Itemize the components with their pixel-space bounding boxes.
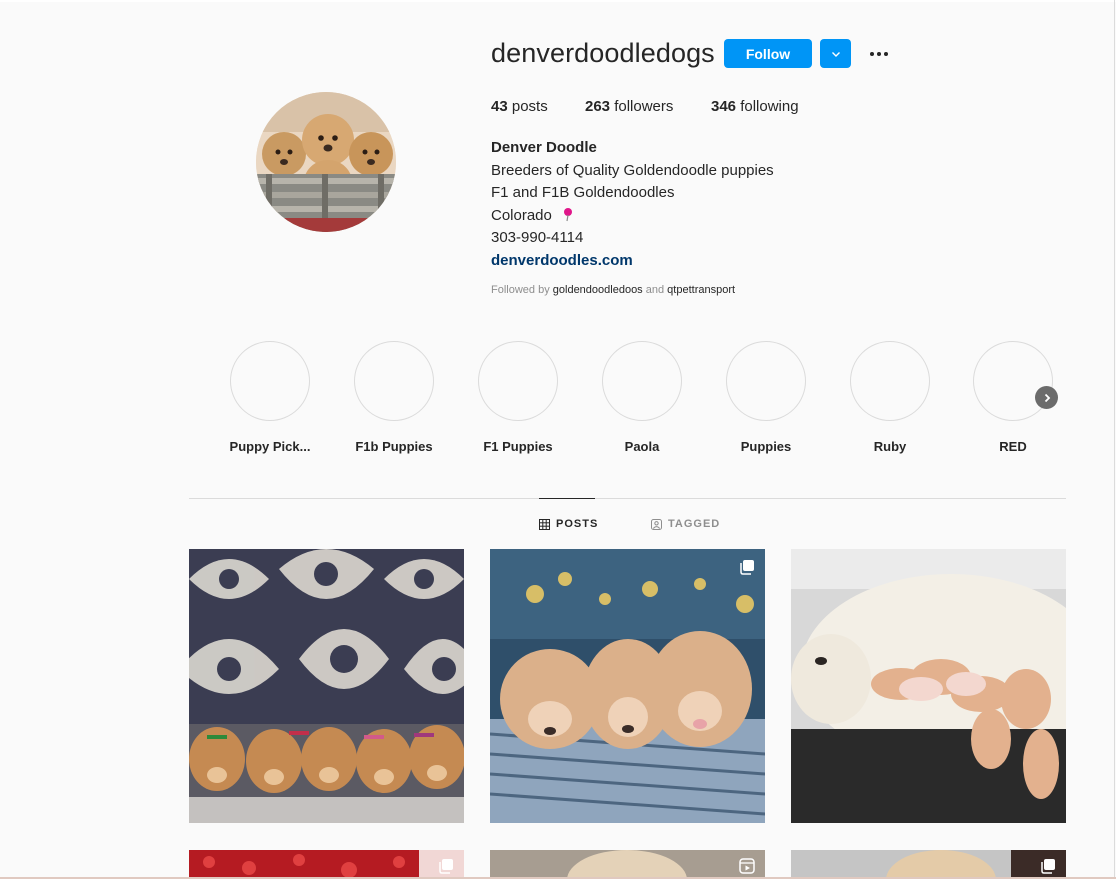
tagged-user-icon bbox=[651, 518, 662, 530]
profile-full-name: Denver Doodle bbox=[491, 139, 597, 156]
tab-tagged-label: TAGGED bbox=[668, 518, 721, 530]
highlight-cover bbox=[354, 341, 434, 421]
followers-label: followers bbox=[614, 98, 674, 115]
bio-location-line: Colorado bbox=[491, 207, 574, 224]
suggested-accounts-button[interactable] bbox=[820, 39, 851, 68]
following-count: 346 bbox=[711, 98, 737, 115]
highlight-label: Paola bbox=[624, 439, 660, 454]
followed-by-text[interactable]: Followed by goldendoodledoos and qtpettr… bbox=[491, 284, 735, 296]
highlight-cover bbox=[230, 341, 310, 421]
reel-icon bbox=[739, 858, 755, 874]
more-options-icon bbox=[870, 52, 874, 56]
followed-by-conj: and bbox=[645, 284, 665, 296]
highlight-label: F1 Puppies bbox=[483, 439, 553, 454]
highlight-item[interactable]: Puppy Pick... bbox=[208, 341, 332, 454]
highlight-item[interactable]: Paola bbox=[580, 341, 704, 454]
posts-count: 43 bbox=[491, 98, 508, 115]
post-image bbox=[490, 549, 765, 823]
carousel-indicator bbox=[1040, 858, 1056, 874]
post-thumbnail[interactable] bbox=[791, 850, 1066, 879]
bio-line-2: F1 and F1B Goldendoodles bbox=[491, 184, 675, 201]
tab-posts-label: POSTS bbox=[556, 518, 599, 530]
bio-line-3: Colorado bbox=[491, 207, 552, 224]
grid-icon bbox=[539, 518, 550, 530]
profile-username: denverdoodledogs bbox=[491, 38, 715, 68]
post-image bbox=[791, 549, 1066, 823]
following-stat[interactable]: 346 following bbox=[711, 98, 799, 115]
bio-line-1: Breeders of Quality Goldendoodle puppies bbox=[491, 162, 774, 179]
followed-by-user-2[interactable]: qtpettransport bbox=[667, 284, 735, 296]
carousel-indicator bbox=[739, 559, 755, 575]
active-tab-indicator bbox=[539, 498, 595, 499]
post-thumbnail[interactable] bbox=[189, 549, 464, 823]
carousel-icon bbox=[740, 560, 754, 575]
post-thumbnail[interactable] bbox=[791, 549, 1066, 823]
highlight-cover bbox=[726, 341, 806, 421]
follow-button[interactable]: Follow bbox=[724, 39, 812, 68]
bio-phone: 303-990-4114 bbox=[491, 229, 584, 246]
followed-by-user-1[interactable]: goldendoodledoos bbox=[553, 284, 643, 296]
carousel-indicator bbox=[438, 858, 454, 874]
highlight-label: Puppies bbox=[740, 439, 792, 454]
reel-indicator bbox=[739, 858, 755, 874]
followed-by-prefix: Followed by bbox=[491, 284, 550, 296]
highlight-item[interactable]: F1b Puppies bbox=[332, 341, 456, 454]
carousel-icon bbox=[439, 859, 453, 874]
highlight-item[interactable]: F1 Puppies bbox=[456, 341, 580, 454]
avatar-image bbox=[256, 92, 396, 232]
bio-website-link[interactable]: denverdoodles.com bbox=[491, 252, 633, 269]
highlight-label: RED bbox=[999, 439, 1027, 454]
chevron-down-icon bbox=[831, 51, 840, 57]
highlight-item[interactable]: Ruby bbox=[828, 341, 952, 454]
post-thumbnail[interactable] bbox=[490, 850, 765, 879]
chevron-right-icon bbox=[1044, 393, 1050, 402]
highlight-cover bbox=[602, 341, 682, 421]
highlight-cover bbox=[478, 341, 558, 421]
highlight-label: F1b Puppies bbox=[355, 439, 433, 454]
followers-count: 263 bbox=[585, 98, 611, 115]
post-image bbox=[189, 549, 464, 823]
profile-avatar[interactable] bbox=[256, 92, 396, 232]
posts-count-stat: 43 posts bbox=[491, 98, 548, 115]
tab-tagged[interactable]: TAGGED bbox=[651, 518, 720, 530]
more-options-button[interactable] bbox=[864, 40, 894, 68]
highlight-label: Puppy Pick... bbox=[229, 439, 311, 454]
highlight-cover bbox=[973, 341, 1053, 421]
tabs-divider bbox=[189, 498, 1066, 499]
followers-stat[interactable]: 263 followers bbox=[585, 98, 673, 115]
post-thumbnail[interactable] bbox=[189, 850, 464, 879]
highlight-cover bbox=[850, 341, 930, 421]
highlight-label: Ruby bbox=[873, 439, 907, 454]
highlight-item[interactable]: Puppies bbox=[704, 341, 828, 454]
more-options-dot bbox=[884, 52, 888, 56]
post-image bbox=[490, 850, 765, 879]
pushpin-icon bbox=[564, 208, 573, 222]
post-image bbox=[189, 850, 464, 879]
scrollbar-track[interactable] bbox=[1114, 0, 1115, 879]
more-options-dot bbox=[877, 52, 881, 56]
following-label: following bbox=[740, 98, 799, 115]
post-image bbox=[791, 850, 1066, 879]
carousel-icon bbox=[1041, 859, 1055, 874]
top-border bbox=[0, 0, 1116, 2]
post-thumbnail[interactable] bbox=[490, 549, 765, 823]
posts-label: posts bbox=[511, 98, 548, 115]
highlights-next-button[interactable] bbox=[1035, 386, 1058, 409]
tab-posts[interactable]: POSTS bbox=[539, 518, 598, 530]
